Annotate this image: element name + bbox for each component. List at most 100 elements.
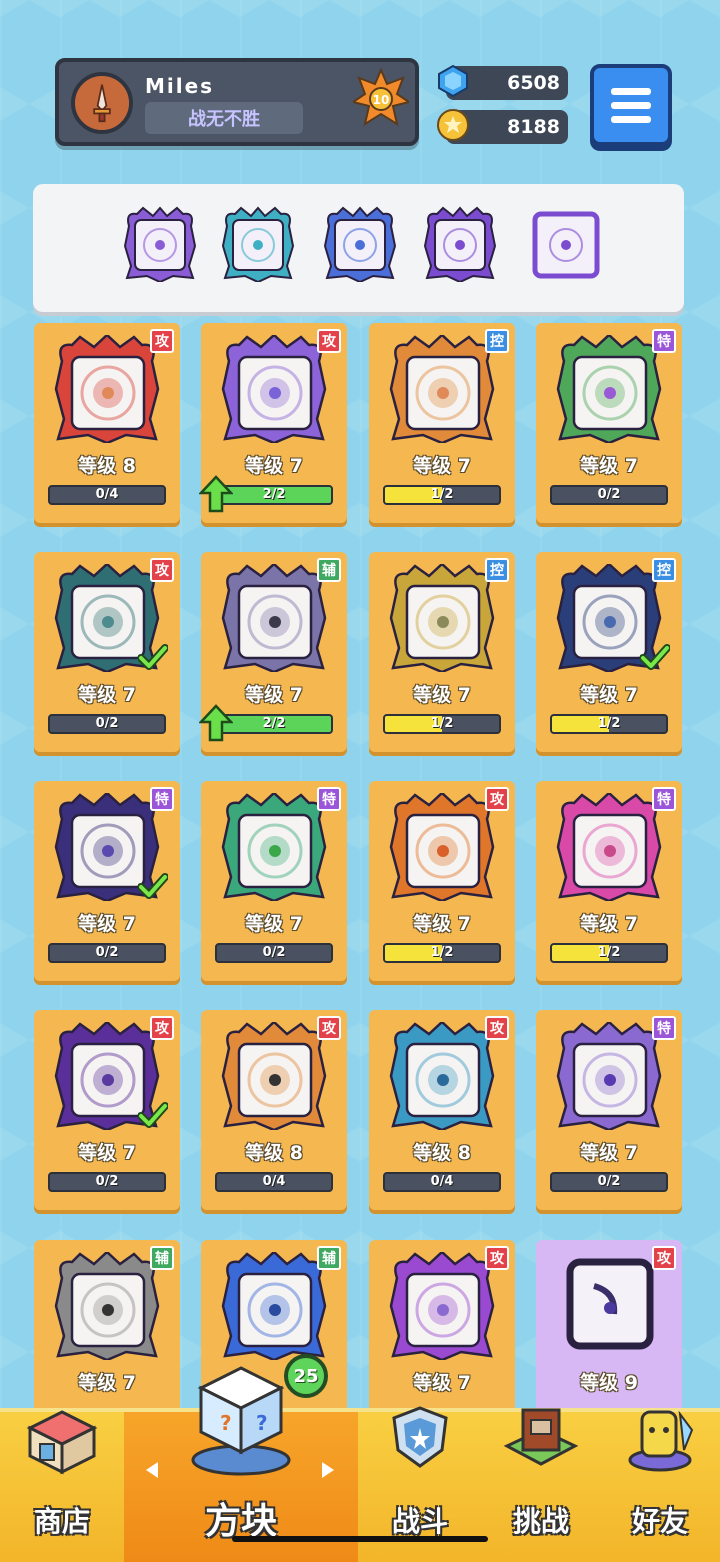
card-progress-text: 0/2 [262,945,286,960]
card-progress-text: 0/4 [430,1174,454,1189]
block-icon [566,1258,654,1350]
block-card[interactable]: 特等级 7 0/2 [34,781,180,981]
block-card[interactable]: 特等级 7 0/2 [536,323,682,523]
block-card[interactable]: 攻等级 8 0/4 [201,1010,347,1210]
card-level: 等级 7 [580,455,638,477]
card-progress-bar: 1/2 [550,943,668,963]
coin-icon [437,109,469,141]
block-icon [221,1022,327,1130]
block-card[interactable]: 攻等级 7 0/2 [34,1010,180,1210]
checkmark-icon [138,1102,168,1128]
card-progress-bar: 2/2 [215,485,333,505]
gems-value: 6508 [507,72,560,94]
block-card[interactable]: 控等级 7 1/2 [369,552,515,752]
block-card[interactable]: 攻等级 8 0/4 [369,1010,515,1210]
equipped-deck-panel [33,184,684,312]
card-progress-bar: 0/2 [215,943,333,963]
mystery-block-icon: ? ? [191,1366,291,1476]
card-level: 等级 7 [245,684,303,706]
block-icon [389,1252,495,1360]
block-card[interactable]: 攻等级 7 2/2 [199,323,347,523]
svg-text:?: ? [256,1411,268,1435]
checkmark-icon [138,873,168,899]
type-tag: 特 [317,787,341,811]
block-card[interactable]: 控等级 7 1/2 [369,323,515,523]
card-progress-text: 2/2 [262,716,286,731]
nav-challenge-label: 挑战 [512,1505,569,1538]
block-icon [556,793,662,901]
gem-icon [438,64,468,98]
nav-battle-label: 战斗 [391,1505,448,1538]
block-icon [532,211,600,279]
deck-slot[interactable] [323,206,397,284]
card-level: 等级 8 [413,1142,471,1164]
hamburger-icon [611,87,651,95]
type-tag: 攻 [150,1016,174,1040]
menu-button[interactable] [590,64,672,146]
card-level: 等级 7 [413,684,471,706]
block-icon [221,564,327,672]
deck-slot[interactable] [423,206,497,284]
type-tag: 攻 [485,1246,509,1270]
card-progress-bar: 0/2 [48,714,166,734]
sword-icon [75,76,129,130]
card-level: 等级 9 [580,1372,638,1394]
deck-slot[interactable] [221,206,295,284]
rank-level: 10 [373,93,390,107]
card-level: 等级 7 [245,455,303,477]
friends-icon [628,1410,694,1472]
block-card[interactable]: 攻等级 7 1/2 [369,781,515,981]
card-progress-bar: 1/2 [383,485,501,505]
battle-shield-icon [392,1406,448,1468]
card-level: 等级 8 [245,1142,303,1164]
type-tag: 攻 [150,558,174,582]
block-icon [389,564,495,672]
card-progress-text: 0/2 [95,1174,119,1189]
home-indicator [232,1536,488,1542]
card-progress-text: 0/4 [95,487,119,502]
nav-friends[interactable]: 好友 [600,1410,720,1562]
deck-slot[interactable] [123,206,197,284]
challenge-castle-icon [503,1408,579,1466]
type-tag: 攻 [485,1016,509,1040]
card-level: 等级 7 [78,684,136,706]
block-card[interactable]: 辅等级 7 2/2 [199,552,347,752]
type-tag: 攻 [485,787,509,811]
prev-arrow-icon[interactable] [146,1462,158,1478]
shop-icon [26,1410,98,1475]
nav-challenge[interactable]: 挑战 [482,1408,600,1562]
card-level: 等级 7 [580,1142,638,1164]
type-tag: 辅 [317,1246,341,1270]
block-card[interactable]: 特等级 7 0/2 [201,781,347,981]
type-tag: 控 [485,558,509,582]
block-icon [323,206,397,284]
block-icon [221,335,327,443]
block-card[interactable]: 特等级 7 0/2 [536,1010,682,1210]
nav-friends-label: 好友 [631,1505,688,1538]
type-tag: 攻 [317,329,341,353]
rank-badge-icon: 10 [353,68,409,127]
card-level: 等级 7 [245,913,303,935]
next-arrow-icon[interactable] [322,1462,334,1478]
card-level: 等级 7 [413,1372,471,1394]
type-tag: 辅 [150,1246,174,1270]
block-card[interactable]: 控等级 7 1/2 [536,552,682,752]
type-tag: 控 [652,558,676,582]
type-tag: 特 [652,787,676,811]
card-progress-bar: 0/2 [48,1172,166,1192]
card-progress-text: 0/2 [597,1174,621,1189]
card-progress-text: 0/2 [597,487,621,502]
type-tag: 控 [485,329,509,353]
nav-shop[interactable]: 商店 [0,1410,124,1562]
deck-slot[interactable] [529,206,603,282]
block-card[interactable]: 攻等级 7 0/2 [34,552,180,752]
card-progress-bar: 0/4 [383,1172,501,1192]
coins-value: 8188 [507,116,560,138]
card-progress-text: 0/2 [95,945,119,960]
block-icon [221,793,327,901]
player-profile-panel[interactable]: Miles 战无不胜 10 [55,58,419,146]
block-card[interactable]: 特等级 7 1/2 [536,781,682,981]
block-card[interactable]: 攻等级 8 0/4 [34,323,180,523]
card-level: 等级 7 [580,684,638,706]
svg-text:?: ? [220,1411,232,1435]
